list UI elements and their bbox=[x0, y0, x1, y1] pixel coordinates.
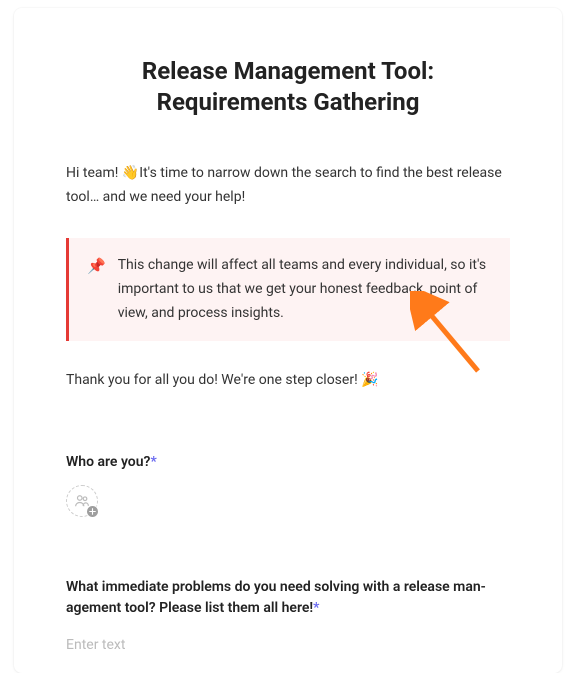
form-card: Release Management Tool: Requirements Ga… bbox=[14, 8, 562, 673]
required-mark: * bbox=[313, 600, 319, 616]
pin-icon: 📌 bbox=[87, 254, 106, 325]
thanks-text: Thank you for all you do! We're one step… bbox=[66, 369, 510, 391]
question-who: Who are you?* bbox=[66, 452, 510, 473]
required-mark: * bbox=[150, 454, 156, 470]
question-problems: What immediate problems do you need solv… bbox=[66, 577, 510, 619]
thanks-prefix: Thank you for all you do! We're one step… bbox=[66, 372, 361, 388]
question-problems-label: What immediate problems do you need solv… bbox=[66, 579, 486, 616]
intro-prefix: Hi team! bbox=[66, 165, 122, 181]
people-picker[interactable] bbox=[66, 485, 98, 517]
intro-text: Hi team! 👋It's time to narrow down the s… bbox=[66, 162, 510, 210]
page-title: Release Management Tool: Requirements Ga… bbox=[66, 56, 510, 118]
question-who-label: Who are you? bbox=[66, 454, 150, 470]
party-icon: 🎉 bbox=[361, 372, 378, 388]
problems-input[interactable]: Enter text bbox=[66, 631, 510, 653]
plus-icon bbox=[89, 508, 96, 515]
plus-badge bbox=[86, 505, 99, 518]
callout-box: 📌 This change will affect all teams and … bbox=[66, 238, 510, 341]
wave-icon: 👋 bbox=[122, 165, 139, 181]
callout-text: This change will affect all teams and ev… bbox=[118, 254, 490, 325]
